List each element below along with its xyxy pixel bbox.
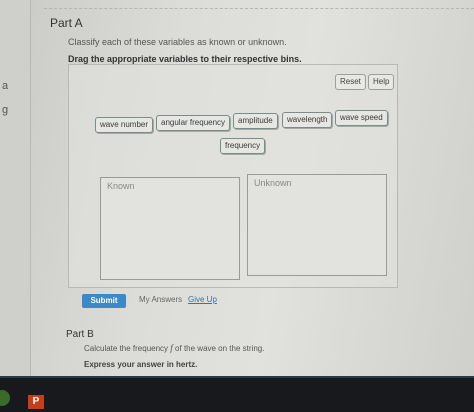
part-b-question-suffix: of the wave on the string. [175, 344, 265, 353]
part-b-express-instruction: Express your answer in hertz. [84, 360, 198, 369]
taskbar: P [0, 376, 474, 412]
taskbar-edge [0, 376, 474, 378]
classify-instruction: Classify each of these variables as know… [68, 37, 287, 47]
browser-viewport: a g Part A Classify each of these variab… [0, 0, 474, 376]
part-b-question: Calculate the frequency f of the wave on… [84, 343, 264, 353]
help-button[interactable]: Help [368, 74, 395, 90]
give-up-link[interactable]: Give Up [188, 295, 217, 304]
section-divider [44, 8, 474, 9]
left-strip-fragment-2: g [2, 104, 9, 116]
unknown-bin-label: Unknown [254, 178, 292, 188]
my-answers-link[interactable]: My Answers [139, 295, 182, 304]
part-a-title: Part A [50, 16, 83, 30]
submit-button[interactable]: Submit [82, 294, 126, 308]
token-wave-speed[interactable]: wave speed [335, 110, 388, 126]
unknown-bin[interactable]: Unknown [247, 174, 387, 276]
part-b-question-variable: f [170, 343, 173, 353]
token-wave-number[interactable]: wave number [95, 117, 154, 133]
known-bin-label: Known [107, 181, 135, 191]
reset-button[interactable]: Reset [335, 74, 366, 90]
token-frequency[interactable]: frequency [220, 138, 266, 154]
part-b-question-prefix: Calculate the frequency [84, 344, 169, 353]
left-strip-fragment-1: a [2, 80, 9, 92]
token-angular-frequency[interactable]: angular frequency [156, 115, 231, 131]
powerpoint-icon[interactable]: P [28, 395, 44, 409]
part-b-title: Part B [66, 329, 94, 340]
token-wavelength[interactable]: wavelength [282, 112, 333, 128]
token-amplitude[interactable]: amplitude [233, 113, 278, 129]
adjacent-window-strip: a g [0, 0, 31, 376]
start-button-icon[interactable] [0, 390, 10, 406]
known-bin[interactable]: Known [100, 177, 240, 280]
drag-instruction: Drag the appropriate variables to their … [68, 54, 302, 64]
